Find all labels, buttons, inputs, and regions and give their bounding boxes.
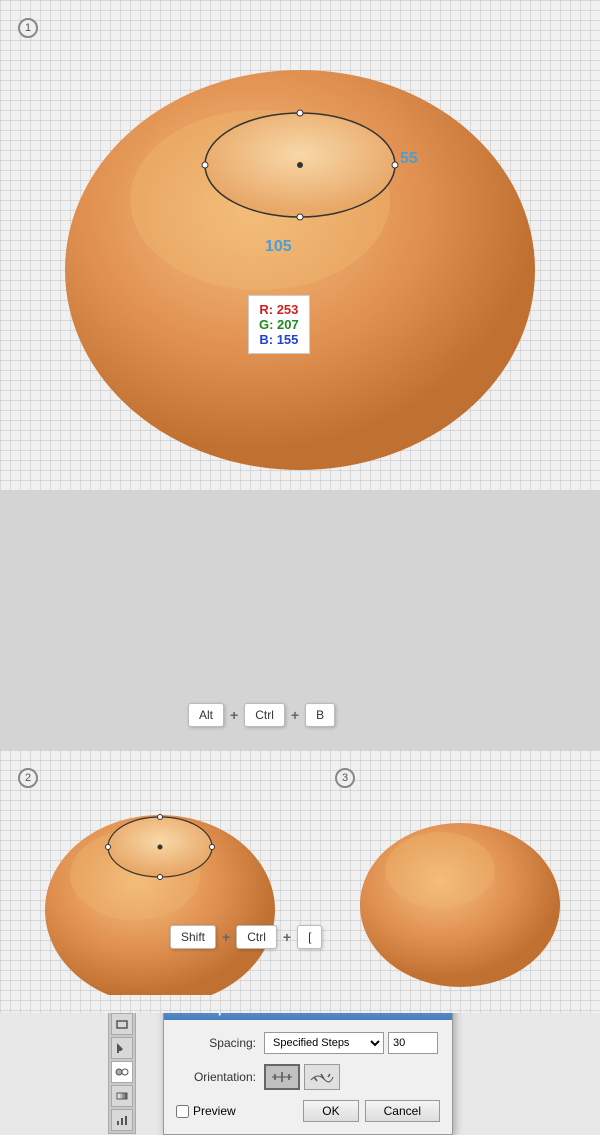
cancel-button[interactable]: Cancel [365,1100,440,1122]
bars-icon [115,1113,129,1127]
dim-label-vertical: 55 [400,150,418,168]
egg-canvas-svg [0,0,600,490]
plus-icon-3: + [222,929,230,945]
spacing-select[interactable]: Specified Steps [264,1032,384,1054]
b-value: B: 155 [259,332,299,347]
key-alt: Alt [188,703,224,727]
toolbar-item-4[interactable] [111,1085,133,1107]
orientation-buttons [264,1064,340,1090]
spacing-input[interactable] [388,1032,438,1054]
plus-icon-4: + [283,929,291,945]
align-path-icon [308,1067,336,1087]
key-ctrl-2: Ctrl [236,925,277,949]
key-bracket: [ [297,925,322,949]
ok-button[interactable]: OK [303,1100,358,1122]
preview-checkbox-group: Preview [176,1104,236,1118]
spacing-row: Spacing: Specified Steps [176,1032,440,1054]
dialog-footer: Preview OK Cancel [176,1100,440,1122]
arrow-icon [115,1041,129,1055]
egg-section3-svg [355,765,585,995]
dialog-body: Spacing: Specified Steps Orientation: [164,1020,452,1134]
dim-label-horizontal: 105 [265,238,292,256]
plus-icon-1: + [230,707,238,723]
orient-align-page[interactable] [264,1064,300,1090]
g-value: G: 207 [259,317,299,332]
r-value: R: 253 [259,302,299,317]
orientation-label: Orientation: [176,1070,256,1084]
blend-icon [115,1065,129,1079]
toolbar-item-2[interactable] [111,1037,133,1059]
toolbar-item-blend[interactable] [111,1061,133,1083]
orientation-row: Orientation: [176,1064,440,1090]
gradient-icon [115,1089,129,1103]
spacing-label: Spacing: [176,1036,256,1050]
toolbar-item-1[interactable] [111,1013,133,1035]
toolbar [108,1010,136,1134]
key-shift: Shift [170,925,216,949]
preview-checkbox[interactable] [176,1105,189,1118]
blend-options-dialog: Blend Options Spacing: Specified Steps O… [163,997,453,1135]
preview-label: Preview [193,1104,236,1118]
canvas-section3: 2 3 [0,750,600,1013]
align-page-icon [268,1067,296,1087]
orient-align-path[interactable] [304,1064,340,1090]
key-combo-alt-ctrl-b: Alt + Ctrl + B [188,703,335,727]
key-combo-shift-ctrl-bracket: Shift + Ctrl + [ [170,925,322,949]
rect-icon [115,1017,129,1031]
key-ctrl-1: Ctrl [244,703,285,727]
plus-icon-2: + [291,707,299,723]
egg-section2-svg [30,765,300,995]
toolbar-item-5[interactable] [111,1109,133,1131]
rgb-value-box: R: 253 G: 207 B: 155 [248,295,310,354]
canvas-section1: 1 105 55 [0,0,600,490]
step-badge-3: 3 [335,768,355,788]
key-b: B [305,703,335,727]
